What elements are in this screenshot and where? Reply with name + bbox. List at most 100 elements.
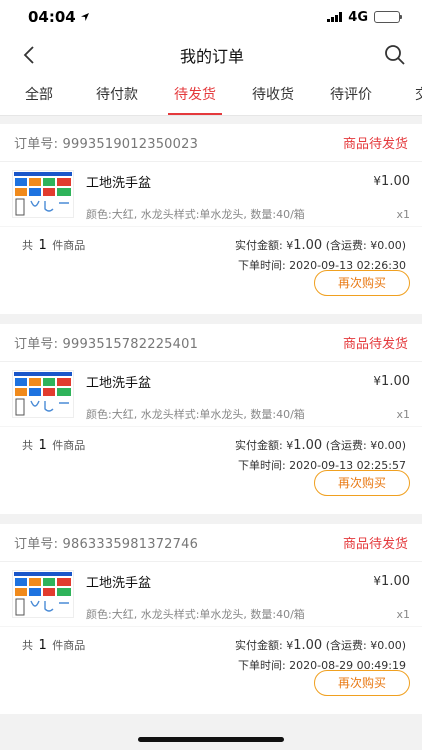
product-quantity: x1 bbox=[396, 408, 410, 421]
product-thumbnail[interactable] bbox=[12, 370, 74, 418]
tab-pending-payment[interactable]: 待付款 bbox=[78, 76, 156, 115]
rebuy-button[interactable]: 再次购买 bbox=[314, 470, 410, 496]
paid-amount: 实付金额: ¥1.00 (含运费: ¥0.00) bbox=[235, 237, 406, 253]
search-button[interactable] bbox=[382, 42, 408, 68]
paid-value: 1.00 bbox=[293, 638, 323, 653]
rebuy-button[interactable]: 再次购买 bbox=[314, 670, 410, 696]
order-number: 订单号: 9863335981372746 bbox=[14, 537, 199, 552]
order-card[interactable]: 订单号: 9993515782225401 商品待发货 工地洗手盆 颜色:大红,… bbox=[0, 324, 422, 514]
order-card[interactable]: 订单号: 9863335981372746 商品待发货 工地洗手盆 颜色:大红,… bbox=[0, 524, 422, 714]
item-count: 共 1 件商品 bbox=[22, 437, 85, 453]
tab-pending-review[interactable]: 待评价 bbox=[312, 76, 390, 115]
order-header: 订单号: 9993515782225401 商品待发货 bbox=[0, 324, 422, 362]
price-value: 1.00 bbox=[381, 574, 410, 589]
shipping-value: ¥0.00) bbox=[370, 439, 406, 452]
product-thumbnail[interactable] bbox=[12, 170, 74, 218]
count-prefix: 共 bbox=[22, 239, 33, 252]
tab-pending-receipt[interactable]: 待收货 bbox=[234, 76, 312, 115]
product-image bbox=[14, 172, 72, 216]
product-spec: 颜色:大红, 水龙头样式:单水龙头, 数量:40/箱 bbox=[86, 208, 305, 221]
tab-all[interactable]: 全部 bbox=[0, 76, 78, 115]
network-label: 4G bbox=[348, 9, 368, 25]
product-price: ¥1.00 bbox=[373, 174, 410, 189]
product-spec: 颜色:大红, 水龙头样式:单水龙头, 数量:40/箱 bbox=[86, 408, 305, 421]
currency-symbol: ¥ bbox=[373, 574, 382, 588]
product-price: ¥1.00 bbox=[373, 574, 410, 589]
product-image bbox=[14, 372, 72, 416]
currency-symbol: ¥ bbox=[373, 174, 382, 188]
back-button[interactable] bbox=[16, 42, 42, 68]
battery-icon bbox=[374, 11, 402, 23]
shipping-label: (含运费: bbox=[322, 439, 371, 452]
item-count: 共 1 件商品 bbox=[22, 637, 85, 653]
tab-pending-shipment[interactable]: 待发货 bbox=[156, 76, 234, 115]
shipping-value: ¥0.00) bbox=[370, 239, 406, 252]
goods-info: 工地洗手盆 颜色:大红, 水龙头样式:单水龙头, 数量:40/箱 ¥1.00 x… bbox=[86, 170, 410, 226]
order-tabs: 全部 待付款 待发货 待收货 待评价 交易 bbox=[0, 76, 422, 116]
chevron-left-icon bbox=[23, 46, 34, 64]
shipping-value: ¥0.00) bbox=[370, 639, 406, 652]
product-quantity: x1 bbox=[396, 208, 410, 221]
price-value: 1.00 bbox=[381, 374, 410, 389]
product-thumbnail[interactable] bbox=[12, 570, 74, 618]
product-name: 工地洗手盆 bbox=[86, 576, 152, 591]
search-icon bbox=[385, 45, 405, 65]
product-name: 工地洗手盆 bbox=[86, 376, 152, 391]
shipping-label: (含运费: bbox=[322, 239, 371, 252]
order-actions: 再次购买 bbox=[0, 470, 422, 500]
location-arrow-icon bbox=[80, 13, 89, 21]
goods-info: 工地洗手盆 颜色:大红, 水龙头样式:单水龙头, 数量:40/箱 ¥1.00 x… bbox=[86, 370, 410, 426]
order-number: 订单号: 9993515782225401 bbox=[14, 337, 199, 352]
currency-symbol: ¥ bbox=[373, 374, 382, 388]
count-prefix: 共 bbox=[22, 639, 33, 652]
price-value: 1.00 bbox=[381, 174, 410, 189]
order-summary: 共 1 件商品 实付金额: ¥1.00 (含运费: ¥0.00) 下单时间: 2… bbox=[0, 626, 422, 672]
item-count: 共 1 件商品 bbox=[22, 237, 85, 253]
signal-icon bbox=[327, 12, 343, 22]
order-list: 订单号: 9993519012350023 商品待发货 工地洗手盆 颜色:大红,… bbox=[0, 116, 422, 714]
paid-label: 实付金额: bbox=[235, 239, 287, 252]
paid-label: 实付金额: bbox=[235, 439, 287, 452]
order-summary: 共 1 件商品 实付金额: ¥1.00 (含运费: ¥0.00) 下单时间: 2… bbox=[0, 426, 422, 472]
count-suffix: 件商品 bbox=[52, 239, 86, 252]
order-summary: 共 1 件商品 实付金额: ¥1.00 (含运费: ¥0.00) 下单时间: 2… bbox=[0, 226, 422, 272]
paid-amount: 实付金额: ¥1.00 (含运费: ¥0.00) bbox=[235, 437, 406, 453]
product-name: 工地洗手盆 bbox=[86, 176, 152, 191]
count-prefix: 共 bbox=[22, 439, 33, 452]
order-actions: 再次购买 bbox=[0, 670, 422, 700]
goods-row[interactable]: 工地洗手盆 颜色:大红, 水龙头样式:单水龙头, 数量:40/箱 ¥1.00 x… bbox=[0, 362, 422, 426]
count-suffix: 件商品 bbox=[52, 439, 86, 452]
order-header: 订单号: 9863335981372746 商品待发货 bbox=[0, 524, 422, 562]
order-actions: 再次购买 bbox=[0, 270, 422, 300]
order-header: 订单号: 9993519012350023 商品待发货 bbox=[0, 124, 422, 162]
order-number: 订单号: 9993519012350023 bbox=[14, 137, 199, 152]
order-status: 商品待发货 bbox=[342, 137, 408, 152]
order-status: 商品待发货 bbox=[342, 537, 408, 552]
paid-value: 1.00 bbox=[293, 238, 323, 253]
tab-transaction[interactable]: 交易 bbox=[390, 76, 422, 115]
count-suffix: 件商品 bbox=[52, 639, 86, 652]
product-spec: 颜色:大红, 水龙头样式:单水龙头, 数量:40/箱 bbox=[86, 608, 305, 621]
count-value: 1 bbox=[38, 238, 47, 253]
paid-value: 1.00 bbox=[293, 438, 323, 453]
goods-info: 工地洗手盆 颜色:大红, 水龙头样式:单水龙头, 数量:40/箱 ¥1.00 x… bbox=[86, 570, 410, 626]
nav-bar: 我的订单 bbox=[0, 34, 422, 76]
count-value: 1 bbox=[38, 638, 47, 653]
paid-amount: 实付金额: ¥1.00 (含运费: ¥0.00) bbox=[235, 637, 406, 653]
rebuy-button[interactable]: 再次购买 bbox=[314, 270, 410, 296]
home-indicator[interactable] bbox=[138, 737, 284, 742]
status-time: 04:04 bbox=[28, 8, 90, 26]
product-price: ¥1.00 bbox=[373, 374, 410, 389]
order-card[interactable]: 订单号: 9993519012350023 商品待发货 工地洗手盆 颜色:大红,… bbox=[0, 124, 422, 314]
status-bar: 04:04 4G bbox=[0, 0, 422, 34]
page-title: 我的订单 bbox=[179, 47, 244, 66]
goods-row[interactable]: 工地洗手盆 颜色:大红, 水龙头样式:单水龙头, 数量:40/箱 ¥1.00 x… bbox=[0, 162, 422, 226]
shipping-label: (含运费: bbox=[322, 639, 371, 652]
product-quantity: x1 bbox=[396, 608, 410, 621]
clock: 04:04 bbox=[28, 8, 76, 26]
paid-label: 实付金额: bbox=[235, 639, 287, 652]
count-value: 1 bbox=[38, 438, 47, 453]
goods-row[interactable]: 工地洗手盆 颜色:大红, 水龙头样式:单水龙头, 数量:40/箱 ¥1.00 x… bbox=[0, 562, 422, 626]
status-indicators: 4G bbox=[327, 9, 402, 25]
product-image bbox=[14, 572, 72, 616]
